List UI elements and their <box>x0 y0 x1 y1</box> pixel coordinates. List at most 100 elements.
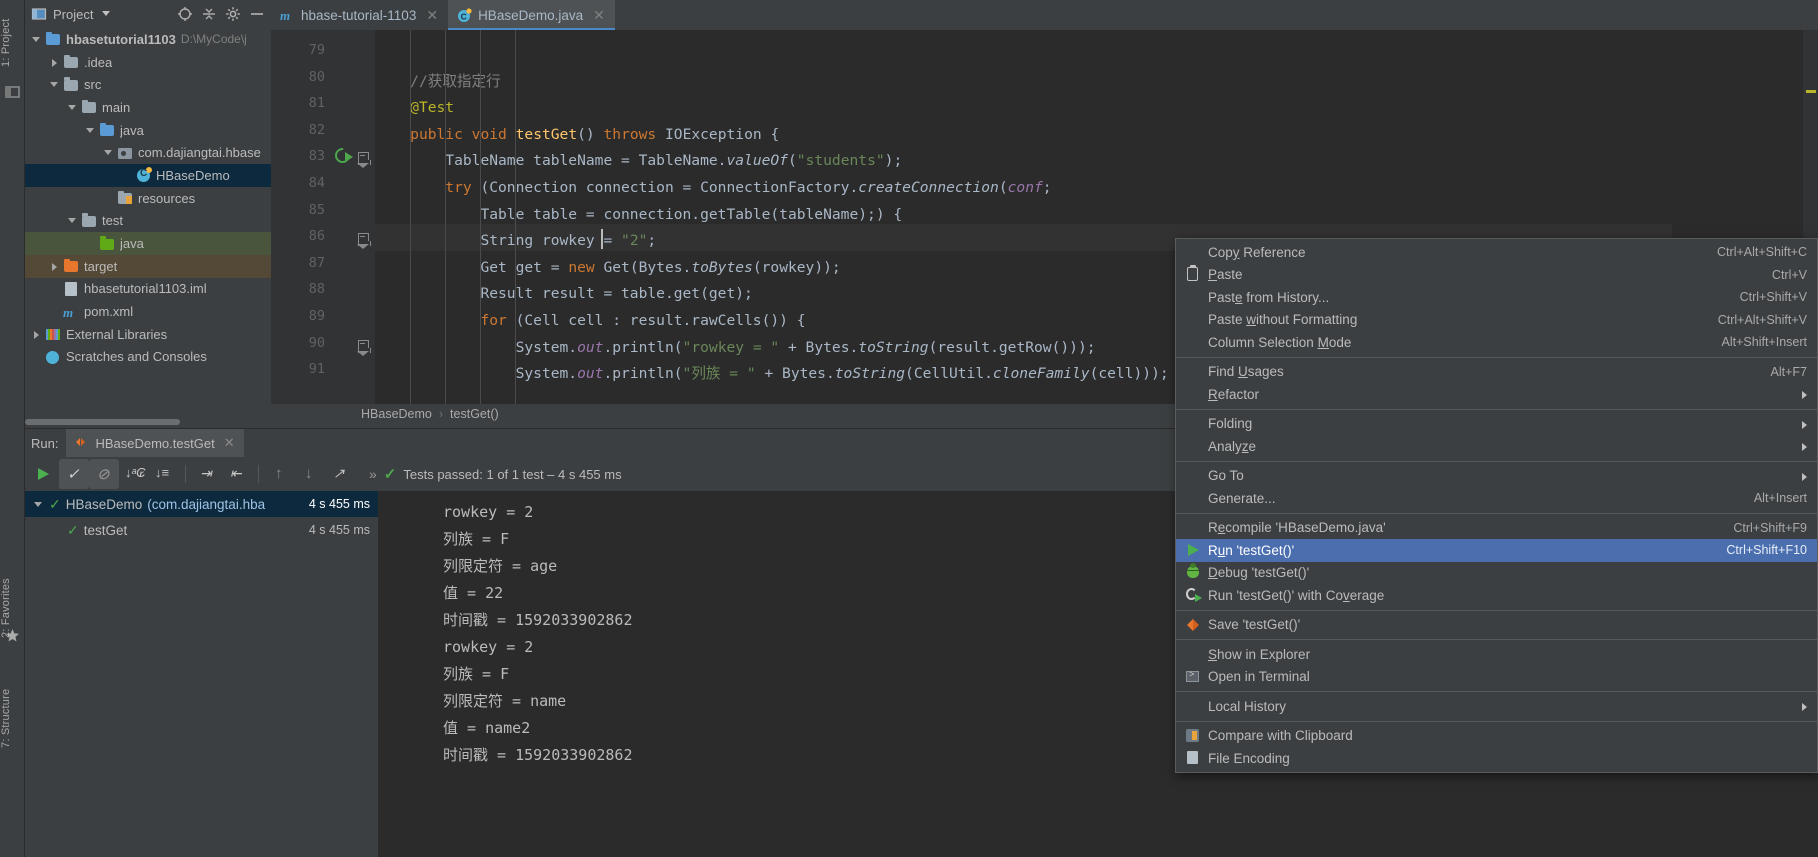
prev-failed-icon[interactable]: ↑ <box>265 459 295 489</box>
close-icon[interactable]: ✕ <box>426 7 438 24</box>
tree-expand-arrow[interactable] <box>49 261 60 272</box>
code-line[interactable]: @Test <box>375 95 1818 122</box>
tree-expand-arrow[interactable] <box>31 34 42 45</box>
project-icon[interactable] <box>5 84 20 99</box>
export-icon[interactable]: ↗ <box>325 459 355 489</box>
tree-expand-arrow[interactable] <box>103 193 114 204</box>
tree-expand-arrow[interactable] <box>67 215 78 226</box>
menu-item-save-testget[interactable]: Save 'testGet()' <box>1176 614 1817 637</box>
tree-expand-arrow[interactable] <box>49 57 60 68</box>
settings-gear-icon[interactable] <box>225 6 241 22</box>
expand-all-icon[interactable]: ⇥ <box>192 459 222 489</box>
tree-item-pom-xml[interactable]: m pom.xml <box>25 300 271 323</box>
breadcrumb-class[interactable]: HBaseDemo <box>361 407 432 421</box>
collapse-all-icon[interactable]: ⇤ <box>222 459 252 489</box>
tree-expand-arrow[interactable] <box>121 170 132 181</box>
more-icon[interactable]: » <box>369 466 377 482</box>
tree-item-src[interactable]: src <box>25 73 271 96</box>
tree-expand-arrow[interactable] <box>33 499 44 510</box>
menu-item-find-usages[interactable]: Find Usages Alt+F7 <box>1176 361 1817 384</box>
code-line[interactable]: try (Connection connection = ConnectionF… <box>375 175 1818 202</box>
sidebar-tab-structure[interactable]: 7: Structure <box>0 672 25 764</box>
menu-item-analyze[interactable]: Analyze <box>1176 435 1817 458</box>
menu-item-file-encoding[interactable]: File Encoding <box>1176 747 1817 770</box>
menu-item-column-selection-mode[interactable]: Column Selection Mode Alt+Shift+Insert <box>1176 331 1817 354</box>
locate-icon[interactable] <box>177 6 193 22</box>
tree-item-java[interactable]: java <box>25 119 271 142</box>
tree-expand-arrow[interactable] <box>31 329 42 340</box>
run-test-gutter-icon[interactable] <box>331 144 355 168</box>
sort-by-duration-icon[interactable]: ↓≡ <box>149 459 179 489</box>
menu-item-paste-without-formatting[interactable]: Paste without Formatting Ctrl+Alt+Shift+V <box>1176 309 1817 332</box>
collapse-all-icon[interactable] <box>201 6 217 22</box>
editor-tab-hbasedemo-java[interactable]: C HBaseDemo.java ✕ <box>448 0 615 30</box>
menu-item-go-to[interactable]: Go To <box>1176 465 1817 488</box>
chevron-down-icon[interactable] <box>101 5 111 23</box>
tree-item-external-libraries[interactable]: External Libraries <box>25 323 271 346</box>
close-icon[interactable]: ✕ <box>224 435 235 451</box>
check-green-icon: ✓ <box>49 495 61 512</box>
code-line[interactable]: //获取指定行 <box>375 69 1818 96</box>
tree-item-java[interactable]: java <box>25 232 271 255</box>
editor-gutter[interactable]: 79 80 81 82 83 84 85 86 87 88 89 90 91 <box>271 30 375 424</box>
menu-item-compare-with-clipboard[interactable]: Compare with Clipboard <box>1176 725 1817 748</box>
tree-item-resources[interactable]: resources <box>25 187 271 210</box>
sidebar-tab-project[interactable]: 1: Project <box>0 6 25 80</box>
rerun-icon[interactable] <box>29 459 59 489</box>
tree-item-main[interactable]: main <box>25 96 271 119</box>
menu-item-show-in-explorer[interactable]: Show in Explorer <box>1176 643 1817 666</box>
menu-item-run-testget-with-coverage[interactable]: Run 'testGet()' with Coverage <box>1176 584 1817 607</box>
sort-alphabetically-icon[interactable]: ↓ᵃ₢ <box>119 459 149 489</box>
menu-item-generate[interactable]: Generate... Alt+Insert <box>1176 487 1817 510</box>
tree-item-test[interactable]: test <box>25 210 271 233</box>
tree-expand-arrow[interactable] <box>85 238 96 249</box>
tree-expand-arrow[interactable] <box>49 79 60 90</box>
next-failed-icon[interactable]: ↓ <box>295 459 325 489</box>
fold-marker-icon[interactable] <box>357 152 371 168</box>
tree-item-idea[interactable]: .idea <box>25 51 271 74</box>
fold-marker-icon[interactable] <box>357 233 371 249</box>
hide-panel-icon[interactable] <box>249 6 265 22</box>
tree-item-hbasedemo[interactable]: HBaseDemo <box>25 164 271 187</box>
tree-item-hbasetutorial1103-iml[interactable]: hbasetutorial1103.iml <box>25 278 271 301</box>
code-line[interactable]: public void testGet() throws IOException… <box>375 122 1818 149</box>
menu-item-debug-testget[interactable]: Debug 'testGet()' <box>1176 562 1817 585</box>
tree-expand-arrow[interactable] <box>67 102 78 113</box>
test-tree-row[interactable]: ✓ testGet 4 s 455 ms <box>25 517 378 543</box>
show-passed-toggle-icon[interactable]: ✓ <box>59 459 89 489</box>
tree-expand-arrow[interactable] <box>103 147 114 158</box>
test-tree-row[interactable]: ✓ HBaseDemo (com.dajiangtai.hba 4 s 455 ms <box>25 491 378 517</box>
tree-expand-arrow[interactable] <box>49 306 60 317</box>
tree-expand-arrow[interactable] <box>85 125 96 136</box>
menu-item-open-in-terminal[interactable]: Open in Terminal <box>1176 666 1817 689</box>
project-tree[interactable]: hbasetutorial1103 D:\MyCode\j .idea src main… <box>25 28 271 416</box>
editor-context-menu[interactable]: Copy Reference Ctrl+Alt+Shift+C Paste Ctrl+… <box>1175 238 1818 773</box>
menu-item-recompile-hbasedemo-java[interactable]: Recompile 'HBaseDemo.java' Ctrl+Shift+F9 <box>1176 517 1817 540</box>
tree-item-scratches-and-consoles[interactable]: Scratches and Consoles <box>25 346 271 369</box>
breadcrumb-method[interactable]: testGet() <box>450 407 499 421</box>
run-tab-hbasedemo-testget[interactable]: HBaseDemo.testGet ✕ <box>66 429 244 457</box>
code-line[interactable] <box>375 42 1818 69</box>
editor-tab-hbase-tutorial-1103[interactable]: m hbase-tutorial-1103 ✕ <box>271 0 449 30</box>
menu-item-paste[interactable]: Paste Ctrl+V <box>1176 264 1817 287</box>
menu-item-folding[interactable]: Folding <box>1176 413 1817 436</box>
tree-item-target[interactable]: target <box>25 254 271 278</box>
tree-item-hbasetutorial1103[interactable]: hbasetutorial1103 D:\MyCode\j <box>25 28 271 51</box>
star-icon[interactable] <box>5 628 20 643</box>
line-number: 82 <box>308 121 325 138</box>
hide-ignored-icon[interactable]: ⊘ <box>89 459 119 489</box>
test-results-tree[interactable]: ✓ HBaseDemo (com.dajiangtai.hba 4 s 455 ms ✓… <box>25 491 378 857</box>
tree-item-com-dajiangtai-hbase[interactable]: com.dajiangtai.hbase <box>25 141 271 164</box>
tree-expand-arrow[interactable] <box>31 351 42 362</box>
tree-expand-arrow[interactable] <box>49 283 60 294</box>
project-tree-horizontal-scrollbar[interactable] <box>25 418 271 426</box>
menu-item-local-history[interactable]: Local History <box>1176 695 1817 718</box>
menu-item-run-testget[interactable]: Run 'testGet()' Ctrl+Shift+F10 <box>1176 539 1817 562</box>
warning-marker-icon[interactable] <box>1806 90 1816 93</box>
menu-item-copy-reference[interactable]: Copy Reference Ctrl+Alt+Shift+C <box>1176 241 1817 264</box>
fold-marker-icon[interactable] <box>357 340 371 356</box>
menu-item-refactor[interactable]: Refactor <box>1176 383 1817 406</box>
code-line[interactable]: TableName tableName = TableName.valueOf(… <box>375 148 1818 175</box>
menu-item-paste-from-history[interactable]: Paste from History... Ctrl+Shift+V <box>1176 286 1817 309</box>
close-icon[interactable]: ✕ <box>593 7 605 24</box>
